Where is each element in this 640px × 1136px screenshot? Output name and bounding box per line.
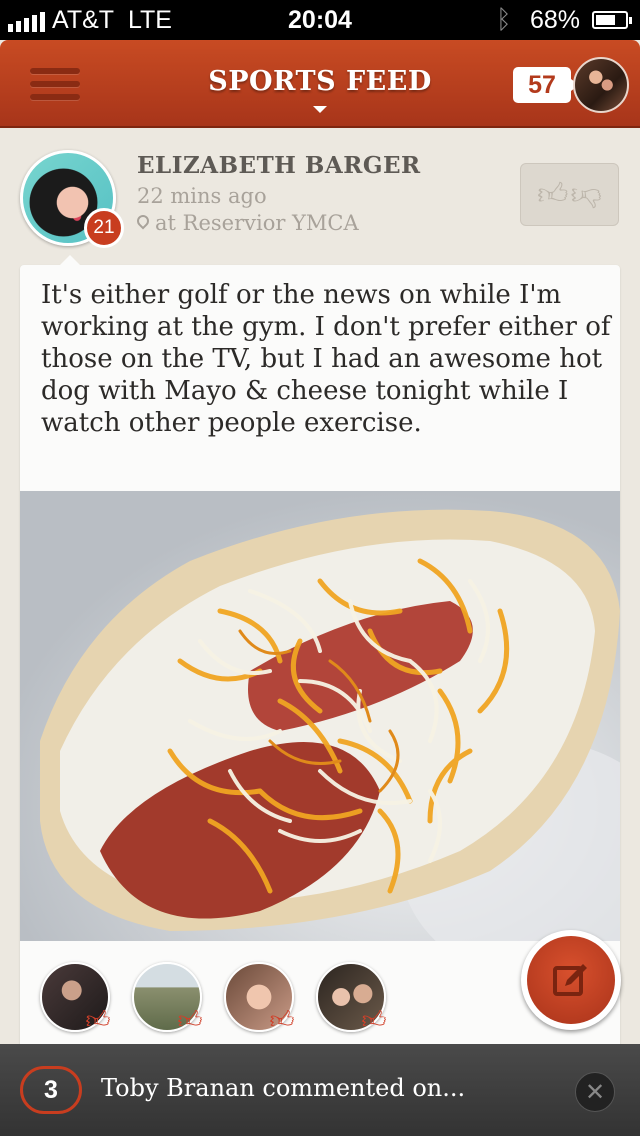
notification-count: 3 xyxy=(20,1066,82,1114)
notification-text[interactable]: Toby Branan commented on... xyxy=(101,1074,465,1102)
battery-percent: 68% xyxy=(530,6,581,34)
status-bar: AT&T LTE 20:04 ᛒ 68% xyxy=(0,0,640,40)
liker-avatar[interactable]: 👍︎ xyxy=(316,962,387,1034)
dismiss-button[interactable]: ✕ xyxy=(575,1072,615,1112)
page-title[interactable]: SPORTS FEED xyxy=(170,66,470,97)
thumbs-up-icon: 👍︎ xyxy=(269,1006,295,1034)
compose-button[interactable] xyxy=(521,930,621,1030)
likers-list: 👍︎ 👍︎ 👍︎ 👍︎ xyxy=(40,962,387,1034)
thumbs-up-icon: 👍︎ xyxy=(361,1006,387,1034)
close-icon: ✕ xyxy=(584,1078,606,1106)
bluetooth-icon: ᛒ xyxy=(496,4,512,34)
nav-bar: SPORTS FEED 57 xyxy=(0,40,640,128)
compose-icon xyxy=(553,964,587,996)
profile-avatar[interactable] xyxy=(573,57,629,113)
author-name[interactable]: ELIZABETH BARGER xyxy=(137,152,421,179)
post-text: It's either golf or the news on while I'… xyxy=(41,280,611,438)
pin-icon xyxy=(137,215,149,231)
liker-avatar[interactable]: 👍︎ xyxy=(40,962,111,1034)
battery-icon xyxy=(592,11,632,29)
notification-count-badge[interactable]: 57 xyxy=(513,67,579,103)
liker-avatar[interactable]: 👍︎ xyxy=(224,962,295,1034)
vote-button[interactable]: 👍︎ 👍︎ xyxy=(520,163,619,226)
chevron-down-icon[interactable] xyxy=(313,106,327,113)
hot-dog-photo xyxy=(20,491,620,941)
liker-avatar[interactable]: 👍︎ xyxy=(132,962,203,1034)
hamburger-icon xyxy=(30,68,80,74)
notification-bar[interactable]: 3 Toby Branan commented on... ✕ xyxy=(0,1044,640,1136)
post-card: It's either golf or the news on while I'… xyxy=(20,255,620,1065)
post-timestamp: 22 mins ago xyxy=(137,184,267,208)
post-location[interactable]: at Reservior YMCA xyxy=(137,211,359,235)
author-level-badge: 21 xyxy=(84,208,124,248)
thumbs-up-icon: 👍︎ xyxy=(537,176,569,212)
location-label: at Reservior YMCA xyxy=(155,211,359,235)
thumbs-up-icon: 👍︎ xyxy=(85,1006,111,1034)
post-photo[interactable] xyxy=(20,491,620,941)
thumbs-up-icon: 👍︎ xyxy=(177,1006,203,1034)
thumbs-down-icon: 👍︎ xyxy=(570,177,602,213)
menu-button[interactable] xyxy=(30,68,80,100)
